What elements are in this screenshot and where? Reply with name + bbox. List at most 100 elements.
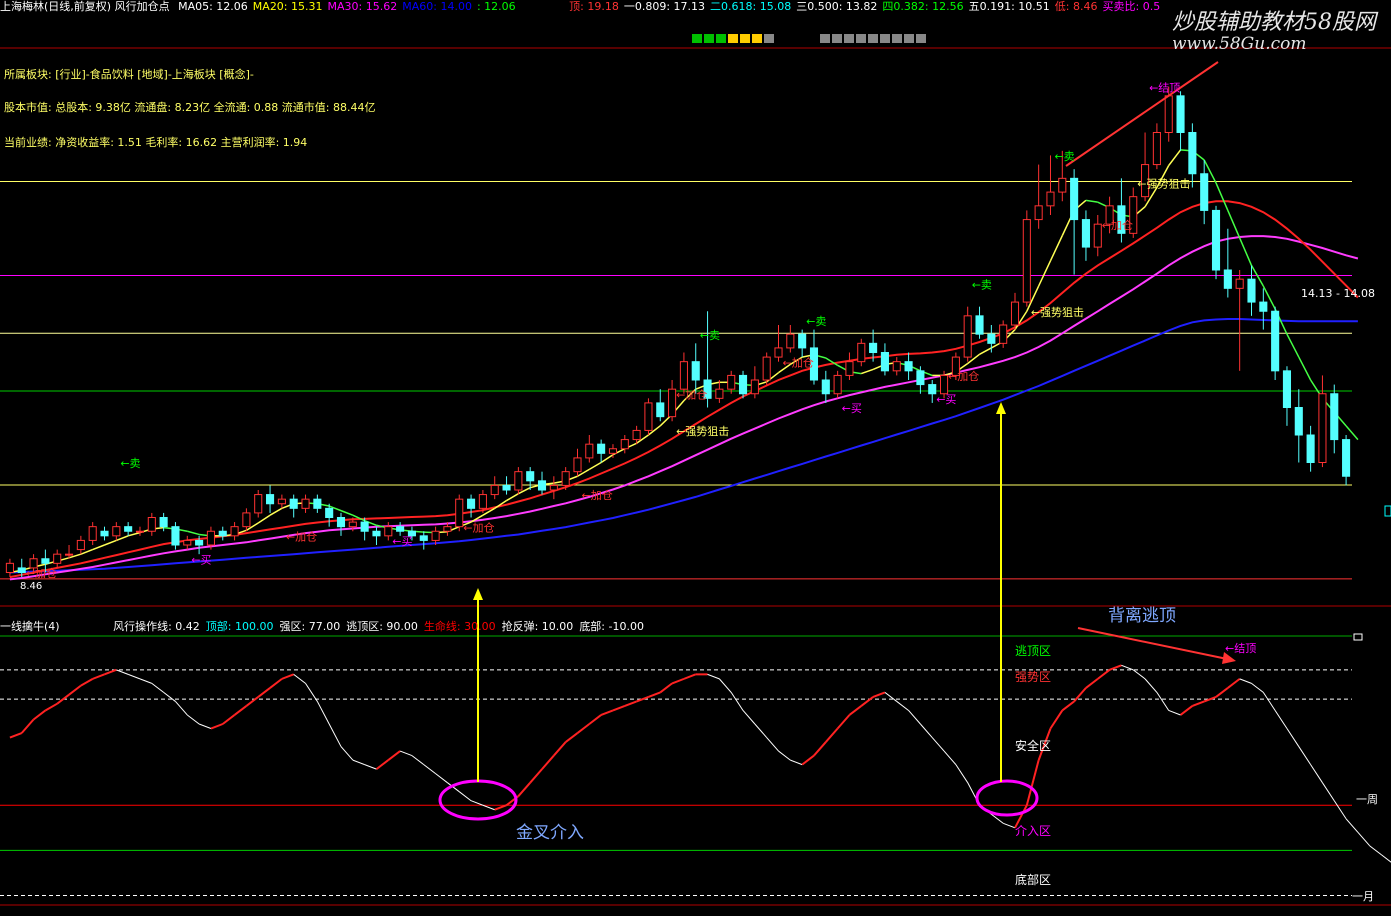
candle-body-111 [1318, 393, 1327, 463]
ind-seg-105 [1239, 678, 1252, 684]
ind-seg-106 [1251, 682, 1264, 693]
candle-body-60 [715, 388, 724, 399]
status-square-4 [740, 34, 750, 43]
ma-label-3: MA60: 14.00 [402, 0, 472, 13]
candle-body-92 [1093, 223, 1102, 248]
ma5-seg-110 [1298, 356, 1312, 381]
ma-legend: MA05: 12.06 MA20: 15.31 MA30: 15.62 MA60: 1… [178, 0, 521, 13]
level-label-6: 低: 8.46 [1054, 0, 1098, 13]
indicator-param-2: 强区: 77.00 [279, 620, 341, 633]
candle-body-0 [5, 562, 14, 573]
indicator-param-1: 顶部: 100.00 [205, 620, 274, 633]
ind-seg-66 [778, 750, 791, 761]
right-edge-marker [1384, 505, 1391, 517]
status-square-2 [716, 34, 726, 43]
candle-body-61 [727, 374, 736, 390]
ind-seg-70 [825, 727, 839, 743]
ma5-seg-105 [1238, 237, 1253, 266]
candle-body-36 [431, 530, 440, 541]
signal-label-6: ←加仓 [581, 488, 612, 502]
ind-seg-95 [1121, 664, 1134, 671]
signal-label-16: ←强势狙击 [1031, 306, 1084, 319]
ma-label-4: : 12.06 [476, 0, 516, 13]
ind-seg-99 [1168, 709, 1181, 716]
ind-seg-90 [1061, 700, 1075, 712]
candle-body-50 [597, 443, 606, 454]
ind-seg-29 [340, 746, 354, 761]
candle-body-30 [360, 521, 369, 532]
watermark-url: www.58Gu.com [1172, 34, 1307, 54]
ind-seg-79 [931, 737, 945, 752]
candle-body-73 [869, 342, 878, 354]
fib-level-legend: 顶: 19.18 一0.809: 17.13 二0.618: 15.08 三0.500… [569, 0, 1165, 13]
status-square-10 [856, 34, 866, 43]
signal-label-12: ←买 [842, 402, 862, 415]
signal-label-3: ←加仓 [286, 529, 317, 543]
week-label: 一周 [1356, 793, 1378, 806]
ma5-seg-22 [257, 514, 271, 524]
candle-body-53 [632, 429, 641, 441]
ind-seg-101 [1192, 700, 1205, 707]
candle-body-104 [1235, 278, 1244, 289]
ind-seg-12 [139, 678, 152, 684]
ind-seg-30 [352, 759, 365, 766]
candle-body-22 [266, 494, 275, 505]
candle-body-82 [975, 315, 984, 335]
signal-label-0: ←卖 [120, 457, 140, 470]
indicator-param-4: 生命线: 30.00 [423, 620, 496, 633]
candle-body-105 [1247, 278, 1256, 303]
indicator-name: 一线擒牛(4) [0, 620, 60, 633]
candle-body-37 [443, 526, 452, 532]
ind-seg-16 [186, 714, 200, 725]
candle-body-14 [171, 526, 180, 546]
ma5-seg-8 [92, 544, 105, 551]
candle-body-81 [963, 315, 972, 358]
ind-seg-111 [1310, 764, 1323, 783]
ind-seg-104 [1227, 678, 1241, 689]
zone-escape-label: 逃顶区 [1015, 644, 1051, 658]
signal-label-5: ←加仓 [463, 520, 494, 534]
candle-body-31 [372, 530, 381, 537]
ind-seg-61 [719, 678, 732, 693]
candle-body-100 [1188, 132, 1197, 175]
ind-seg-47 [553, 741, 567, 757]
ma5-seg-114 [1345, 425, 1359, 441]
candle-body-71 [845, 361, 854, 376]
signal-label-4: ←买 [392, 535, 412, 548]
candle-body-43 [514, 471, 523, 491]
ind-seg-93 [1097, 669, 1111, 680]
ind-seg-22 [257, 687, 271, 698]
signal-label-8: ←加仓 [676, 387, 707, 401]
ind-seg-6 [68, 684, 82, 696]
ind-seg-21 [245, 696, 259, 707]
ind-seg-24 [281, 673, 295, 680]
ind-seg-2 [20, 718, 35, 734]
status-square-13 [892, 34, 902, 43]
candle-body-107 [1271, 310, 1280, 372]
candle-body-5 [64, 553, 74, 556]
ma-label-2: MA30: 15.62 [327, 0, 398, 13]
status-square-14 [904, 34, 914, 43]
candle-body-88 [1046, 191, 1055, 207]
ind-seg-103 [1215, 687, 1229, 698]
ma5-seg-16 [187, 530, 200, 536]
zone-entry-label: 介入区 [1015, 824, 1051, 838]
candle-body-48 [573, 457, 582, 473]
ind-seg-48 [565, 732, 579, 743]
ma-label-1: MA20: 15.31 [252, 0, 323, 13]
candle-body-12 [147, 517, 156, 532]
golden-cross-annotation: 金叉介入 [516, 823, 584, 843]
ind-edge-marker [1353, 633, 1363, 641]
status-square-3 [728, 34, 738, 43]
candle-body-23 [277, 498, 286, 505]
ind-seg-113 [1333, 800, 1347, 820]
ind-seg-58 [683, 673, 697, 680]
top-signal-label: ←结顶 [1225, 642, 1256, 655]
ind-seg-67 [790, 759, 803, 766]
candle-body-27 [325, 507, 334, 519]
signal-label-20: ←结顶 [1149, 81, 1180, 94]
candle-body-110 [1306, 434, 1315, 463]
ma5-seg-109 [1286, 333, 1300, 358]
candle-body-9 [112, 526, 121, 537]
candle-body-41 [490, 484, 499, 496]
